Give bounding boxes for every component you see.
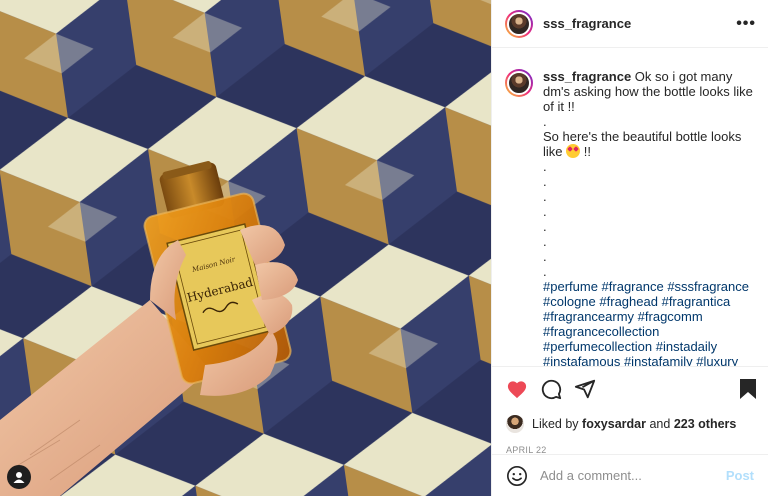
paper-plane-icon[interactable] <box>574 378 596 400</box>
hashtag-link[interactable]: #sssfragrance <box>667 279 749 294</box>
comment-bar: Post <box>492 454 768 496</box>
heart-eyes-emoji <box>566 144 581 158</box>
likes-count[interactable]: 223 others <box>674 417 737 431</box>
instagram-post: Maison Noir Hyderabad sss_fragrance ••• <box>0 0 768 496</box>
caption-line2: So here's the beautiful bottle looks lik… <box>543 129 755 159</box>
likes-prefix: Liked by <box>532 417 579 431</box>
caption-dot: . <box>543 174 547 189</box>
bookmark-filled-icon[interactable] <box>739 378 757 400</box>
caption-line2-end: !! <box>580 144 591 159</box>
post-header: sss_fragrance ••• <box>492 0 768 48</box>
hashtag-link[interactable]: #instadaily <box>656 339 717 354</box>
photo-illustration: Maison Noir Hyderabad <box>0 0 491 496</box>
comment-input[interactable] <box>540 468 726 483</box>
liker-username[interactable]: foxysardar <box>582 417 646 431</box>
heart-filled-icon[interactable] <box>506 379 528 399</box>
post-photo[interactable]: Maison Noir Hyderabad <box>0 0 491 496</box>
caption-dot: . <box>543 219 547 234</box>
caption-area: sss_fragrance Ok so i got many dm's aski… <box>492 48 768 366</box>
post-side-panel: sss_fragrance ••• sss_fragrance Ok so i … <box>491 0 768 496</box>
hashtag-link[interactable]: #cologne <box>543 294 596 309</box>
avatar[interactable] <box>505 9 533 38</box>
likes-middle: and <box>649 417 671 431</box>
caption-dot: . <box>543 264 547 279</box>
hashtag-link[interactable]: #fraghead <box>599 294 658 309</box>
header-username[interactable]: sss_fragrance <box>543 16 736 31</box>
more-horizontal-icon[interactable]: ••• <box>736 15 756 33</box>
hashtag-link[interactable]: #fragrance <box>602 279 664 294</box>
post-date[interactable]: APRIL 22 <box>492 433 768 455</box>
caption-dot: . <box>543 189 547 204</box>
liker-avatar[interactable] <box>506 415 524 433</box>
caption-dot: . <box>543 114 547 129</box>
caption-avatar[interactable] <box>505 69 533 97</box>
user-tag-icon[interactable] <box>7 465 31 489</box>
action-bar <box>492 367 768 401</box>
caption-dot: . <box>543 249 547 264</box>
hashtag-link[interactable]: #instafamous <box>543 354 620 366</box>
caption-row: sss_fragrance Ok so i got many dm's aski… <box>492 48 768 366</box>
caption-dot: . <box>543 204 547 219</box>
hashtag-link[interactable]: #instafamily <box>624 354 693 366</box>
smiley-icon[interactable] <box>506 465 528 487</box>
caption-dot: . <box>543 159 547 174</box>
hashtag-link[interactable]: #fragcomm <box>638 309 703 324</box>
hashtag-link[interactable]: #luxury <box>696 354 738 366</box>
hashtag-link[interactable]: #perfumecollection <box>543 339 652 354</box>
comment-icon[interactable] <box>540 378 562 400</box>
hashtag-link[interactable]: #fragrantica <box>662 294 731 309</box>
hashtag-list: #perfume #fragrance #sssfragrance #colog… <box>543 279 755 366</box>
post-comment-button[interactable]: Post <box>726 468 754 483</box>
hashtag-link[interactable]: #perfume <box>543 279 598 294</box>
hashtag-link[interactable]: #fragrancearmy <box>543 309 634 324</box>
caption-dot: . <box>543 234 547 249</box>
hashtag-link[interactable]: #fragrancecollection <box>543 324 659 339</box>
likes-summary: Liked by foxysardar and 223 others <box>492 401 768 433</box>
caption-username[interactable]: sss_fragrance <box>543 69 631 84</box>
caption-text: sss_fragrance Ok so i got many dm's aski… <box>543 69 755 366</box>
